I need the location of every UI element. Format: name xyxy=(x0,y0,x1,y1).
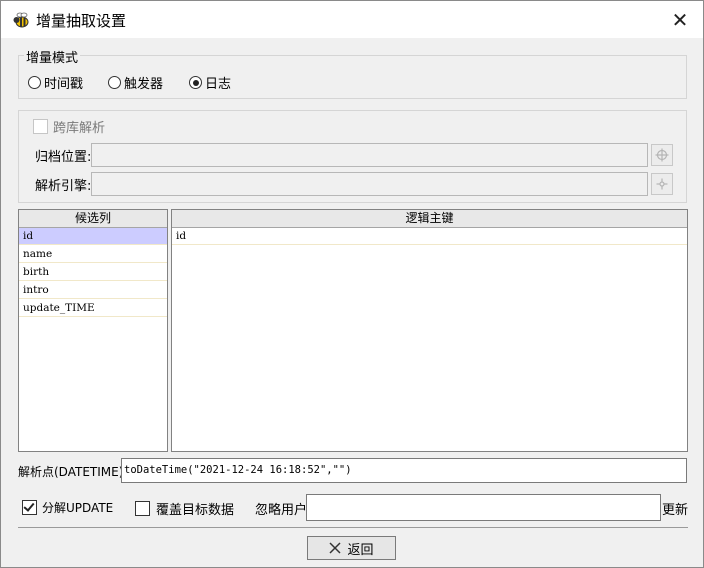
list-item[interactable]: name xyxy=(19,246,167,263)
ignore-user-field[interactable] xyxy=(306,494,661,521)
logic-key-list[interactable]: 逻辑主键 id xyxy=(171,209,688,452)
candidate-columns-list[interactable]: 候选列 id name birth intro update_TIME xyxy=(18,209,168,452)
cross-db-label: 跨库解析 xyxy=(53,121,106,136)
radio-log[interactable]: 日志 xyxy=(189,73,231,92)
parse-point-value: toDateTime("2021-12-24 16:18:52","") xyxy=(124,464,352,476)
app-bee-icon xyxy=(13,12,29,28)
dialog-window: 增量抽取设置 ✕ 增量模式 时间戳 触发器 日志 跨库解析 归档位置: 解析引擎… xyxy=(0,0,704,568)
radio-trigger-label: 触发器 xyxy=(124,77,164,92)
cross-db-checkbox[interactable] xyxy=(33,119,48,134)
list-item[interactable]: intro xyxy=(19,282,167,299)
crosshair-icon xyxy=(655,148,669,162)
parse-point-label: 解析点(DATETIME): xyxy=(18,465,128,479)
logic-key-header: 逻辑主键 xyxy=(172,210,687,228)
engine-browse-button[interactable] xyxy=(651,173,673,195)
ignore-user-label: 忽略用户 xyxy=(255,503,308,518)
radio-timestamp-dot xyxy=(28,76,41,89)
parse-point-field[interactable]: toDateTime("2021-12-24 16:18:52","") xyxy=(121,458,687,483)
radio-log-label: 日志 xyxy=(205,77,232,92)
engine-label: 解析引擎: xyxy=(35,179,92,194)
archive-location-field[interactable] xyxy=(91,143,648,167)
radio-timestamp-label: 时间戳 xyxy=(44,77,84,92)
close-icon: ✕ xyxy=(671,7,689,32)
mode-legend: 增量模式 xyxy=(24,47,81,66)
cross-db-checkbox-wrap[interactable]: 跨库解析 xyxy=(33,117,105,136)
archive-browse-button[interactable] xyxy=(651,144,673,166)
radio-trigger[interactable]: 触发器 xyxy=(108,73,163,92)
list-item[interactable]: id xyxy=(19,228,167,245)
split-update-checkbox[interactable] xyxy=(22,500,37,515)
list-item[interactable]: id xyxy=(172,228,687,245)
radio-log-dot xyxy=(189,76,202,89)
overwrite-checkbox[interactable] xyxy=(135,501,150,516)
engine-field[interactable] xyxy=(91,172,648,196)
back-button-label: 返回 xyxy=(347,542,374,558)
move-icon xyxy=(656,178,668,190)
list-item[interactable]: update_TIME xyxy=(19,300,167,317)
footer-divider xyxy=(18,527,688,528)
list-item[interactable]: birth xyxy=(19,264,167,281)
split-update-label: 分解UPDATE xyxy=(42,501,114,515)
split-update-option[interactable]: 分解UPDATE xyxy=(22,499,113,516)
overwrite-option[interactable]: 覆盖目标数据 xyxy=(135,499,234,518)
overwrite-label: 覆盖目标数据 xyxy=(156,503,235,518)
title-bar: 增量抽取设置 ✕ xyxy=(1,1,703,38)
archive-location-label: 归档位置: xyxy=(35,150,92,165)
window-title: 增量抽取设置 xyxy=(36,12,127,30)
close-button[interactable]: ✕ xyxy=(657,1,703,38)
radio-timestamp[interactable]: 时间戳 xyxy=(28,73,83,92)
candidate-columns-header: 候选列 xyxy=(19,210,167,228)
update-label: 更新 xyxy=(662,503,689,518)
radio-trigger-dot xyxy=(108,76,121,89)
back-button[interactable]: 返回 xyxy=(307,536,396,560)
x-icon xyxy=(329,542,342,554)
